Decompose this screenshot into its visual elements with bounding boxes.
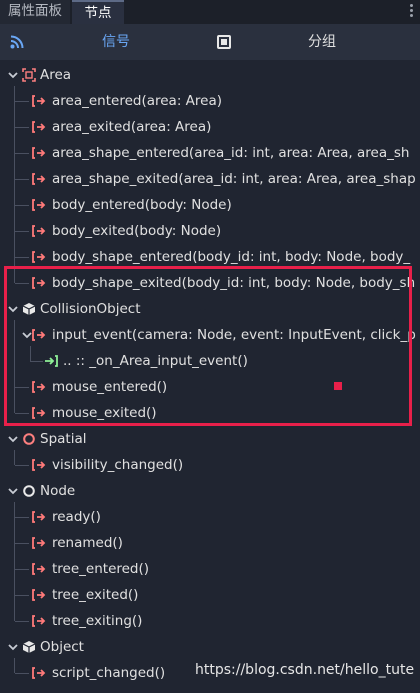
object-icon xyxy=(22,641,36,653)
signal-label: tree_exited() xyxy=(52,587,139,603)
signal-label: area_shape_exited(area_id: int, area: Ar… xyxy=(52,171,416,187)
node-icon xyxy=(23,485,35,497)
watermark: https://blog.csdn.net/hello_tute xyxy=(195,662,415,678)
signal-row[interactable]: ready() xyxy=(0,504,420,530)
signal-row[interactable]: tree_exited() xyxy=(0,582,420,608)
signal-row[interactable]: renamed() xyxy=(0,530,420,556)
spatial-icon xyxy=(23,433,35,445)
signal-label: body_exited(body: Node) xyxy=(52,223,222,239)
chevron-down-icon[interactable] xyxy=(22,330,32,340)
tree-row-node[interactable]: Node xyxy=(0,478,420,504)
signal-row[interactable]: tree_exiting() xyxy=(0,608,420,634)
signal-row[interactable]: area_entered(area: Area) xyxy=(0,88,420,114)
class-label: Area xyxy=(40,67,72,83)
signal-icon xyxy=(32,459,46,471)
signal-label: renamed() xyxy=(52,535,123,551)
tab-node[interactable]: 节点 xyxy=(72,0,124,24)
signal-icon xyxy=(32,173,46,185)
node-dock-toolbar: 信号 分组 xyxy=(0,24,420,60)
signal-row[interactable]: visibility_changed() xyxy=(0,452,420,478)
collision-object-icon xyxy=(22,303,36,315)
class-label: Node xyxy=(40,483,76,499)
signal-label: input_event(camera: Node, event: InputEv… xyxy=(52,327,416,343)
connection-row[interactable]: .. :: _on_Area_input_event() xyxy=(0,348,420,374)
chevron-down-icon[interactable] xyxy=(8,486,18,496)
signal-row[interactable]: mouse_entered() xyxy=(0,374,420,400)
tree-row-spatial[interactable]: Spatial xyxy=(0,426,420,452)
signal-icon xyxy=(32,511,46,523)
signal-icon xyxy=(32,667,46,679)
signal-icon xyxy=(32,615,46,627)
signal-row[interactable]: area_exited(area: Area) xyxy=(0,114,420,140)
signal-icon xyxy=(32,199,46,211)
signal-row[interactable]: mouse_exited() xyxy=(0,400,420,426)
annotation-marker xyxy=(334,382,342,390)
signal-row[interactable]: input_event(camera: Node, event: InputEv… xyxy=(0,322,420,348)
signal-icon xyxy=(32,381,46,393)
signal-label: area_shape_entered(area_id: int, area: A… xyxy=(52,145,410,161)
signal-label: ready() xyxy=(52,509,101,525)
chevron-down-icon[interactable] xyxy=(8,434,18,444)
class-label: CollisionObject xyxy=(40,301,141,317)
groups-button[interactable]: 分组 xyxy=(300,24,344,60)
signal-icon xyxy=(32,95,46,107)
signal-icon xyxy=(32,329,46,341)
dock-menu-icon[interactable] xyxy=(408,2,414,22)
signal-icon xyxy=(32,537,46,549)
tree-row-object[interactable]: Object xyxy=(0,634,420,660)
tab-inspector[interactable]: 属性面板 xyxy=(0,0,70,24)
signal-icon xyxy=(32,251,46,263)
signal-label: area_entered(area: Area) xyxy=(52,93,222,109)
signal-label: tree_exiting() xyxy=(52,613,143,629)
chevron-down-icon[interactable] xyxy=(8,304,18,314)
chevron-down-icon[interactable] xyxy=(8,70,18,80)
signal-icon xyxy=(32,225,46,237)
signal-row[interactable]: body_exited(body: Node) xyxy=(0,218,420,244)
signal-icon xyxy=(32,563,46,575)
signal-row[interactable]: body_entered(body: Node) xyxy=(0,192,420,218)
signal-label: visibility_changed() xyxy=(52,457,184,473)
signal-label: mouse_exited() xyxy=(52,405,157,421)
signal-label: area_exited(area: Area) xyxy=(52,119,212,135)
groups-toggle-icon[interactable] xyxy=(217,35,231,49)
signal-label: body_entered(body: Node) xyxy=(52,197,232,213)
chevron-down-icon[interactable] xyxy=(8,642,18,652)
signal-row[interactable]: body_shape_entered(body_id: int, body: N… xyxy=(0,244,420,270)
signal-icon xyxy=(32,277,46,289)
signal-tree: Area area_entered(area: Area) area_exite… xyxy=(0,60,420,693)
signal-label: tree_entered() xyxy=(52,561,150,577)
class-label: Object xyxy=(40,639,84,655)
signal-row[interactable]: area_shape_entered(area_id: int, area: A… xyxy=(0,140,420,166)
signal-label: mouse_entered() xyxy=(52,379,168,395)
connection-label: .. :: _on_Area_input_event() xyxy=(63,353,248,369)
signal-label: body_shape_entered(body_id: int, body: N… xyxy=(52,249,411,265)
signal-row[interactable]: tree_entered() xyxy=(0,556,420,582)
signals-button[interactable]: 信号 xyxy=(98,24,134,60)
signal-label: script_changed() xyxy=(52,665,166,681)
signal-row[interactable]: area_shape_exited(area_id: int, area: Ar… xyxy=(0,166,420,192)
signal-icon xyxy=(32,147,46,159)
area-icon xyxy=(22,68,36,82)
dock-tab-bar: 属性面板 节点 xyxy=(0,0,420,24)
class-label: Spatial xyxy=(40,431,87,447)
signal-row[interactable]: body_shape_exited(body_id: int, body: No… xyxy=(0,270,420,296)
tree-row-area[interactable]: Area xyxy=(0,62,420,88)
connection-icon xyxy=(45,355,58,367)
signal-label: body_shape_exited(body_id: int, body: No… xyxy=(52,275,416,291)
signal-icon xyxy=(32,407,46,419)
tree-row-collision-object[interactable]: CollisionObject xyxy=(0,296,420,322)
signal-icon xyxy=(32,589,46,601)
signal-icon xyxy=(32,121,46,133)
signal-rss-icon xyxy=(10,35,24,49)
